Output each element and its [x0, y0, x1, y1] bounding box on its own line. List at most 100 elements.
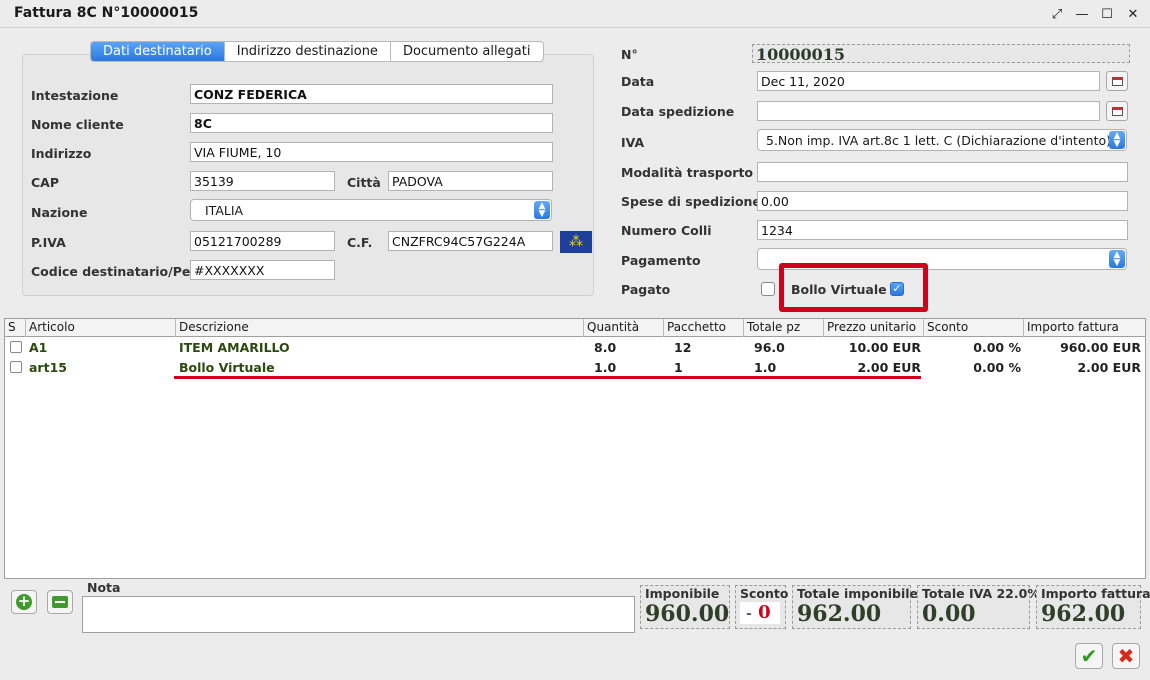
data-spedizione-field[interactable] [757, 101, 1100, 121]
data-label: Data [621, 74, 655, 89]
cell-articolo: art15 [29, 360, 67, 375]
fullscreen-icon[interactable]: ⤢ [1048, 5, 1066, 23]
sconto-value: 0 [758, 602, 771, 623]
pagamento-label: Pagamento [621, 253, 701, 268]
annotation-highlight-box [779, 263, 928, 312]
column-header-totale-pz[interactable]: Totale pz [744, 319, 824, 337]
maximize-icon[interactable]: ☐ [1098, 5, 1116, 23]
confirm-button[interactable]: ✔ [1075, 643, 1103, 669]
close-icon[interactable]: ✕ [1124, 5, 1142, 23]
numero-label: N° [621, 47, 638, 62]
sconto-box: Sconto - 0 [735, 585, 788, 629]
column-header-sconto[interactable]: Sconto [924, 319, 1024, 337]
table-header: S Articolo Descrizione Quantità Pacchett… [5, 319, 1145, 337]
table-row[interactable]: A1 ITEM AMARILLO 8.0 12 96.0 10.00 EUR 0… [5, 338, 1145, 358]
column-header-quantita[interactable]: Quantità [584, 319, 664, 337]
cell-prezzo-unitario: 2.00 EUR [857, 360, 921, 375]
column-header-prezzo-unitario[interactable]: Prezzo unitario [824, 319, 924, 337]
cap-field[interactable]: 35139 [190, 171, 335, 191]
totale-imponibile-label: Totale imponibile [797, 586, 919, 601]
numero-field: 10000015 [752, 44, 1130, 63]
tab-documento-allegati[interactable]: Documento allegati [391, 42, 543, 61]
totale-iva-value: 0.00 [922, 601, 976, 627]
pagato-label: Pagato [621, 282, 671, 297]
importo-fattura-value: 962.00 [1041, 601, 1126, 627]
annotation-underline [174, 376, 921, 379]
spese-spedizione-label: Spese di spedizione [621, 194, 761, 209]
cell-sconto: 0.00 % [973, 340, 1021, 355]
totale-imponibile-value: 962.00 [797, 601, 882, 627]
importo-fattura-label: Importo fattura [1041, 586, 1150, 601]
calendar-icon[interactable] [1106, 71, 1128, 91]
data-field[interactable]: Dec 11, 2020 [757, 71, 1100, 91]
piva-field[interactable]: 05121700289 [190, 231, 335, 251]
nota-label: Nota [87, 580, 121, 595]
calendar-icon[interactable] [1106, 101, 1128, 121]
eu-flag-icon[interactable]: ⁂ [560, 231, 592, 253]
spese-spedizione-field[interactable]: 0.00 [757, 191, 1128, 211]
iva-label: IVA [621, 135, 645, 150]
cell-importo-fattura: 2.00 EUR [1077, 360, 1141, 375]
row-select-checkbox[interactable] [10, 341, 22, 353]
cell-pacchetto: 1 [674, 360, 683, 375]
indirizzo-label: Indirizzo [31, 146, 92, 161]
tab-indirizzo-destinazione[interactable]: Indirizzo destinazione [225, 42, 391, 61]
imponibile-value: 960.00 [645, 601, 730, 627]
nota-textarea[interactable] [82, 596, 635, 633]
codice-destinatario-label: Codice destinatario/Pec [31, 264, 198, 279]
column-header-articolo[interactable]: Articolo [26, 319, 176, 337]
sconto-prefix: - [746, 606, 752, 622]
cf-label: C.F. [347, 235, 373, 250]
citta-label: Città [347, 175, 381, 190]
iva-value: 5.Non imp. IVA art.8c 1 lett. C (Dichiar… [766, 133, 1112, 148]
iva-select[interactable]: 5.Non imp. IVA art.8c 1 lett. C (Dichiar… [757, 129, 1127, 151]
cell-quantita: 8.0 [594, 340, 617, 355]
cancel-button[interactable]: ✖ [1112, 643, 1140, 669]
nome-cliente-field[interactable]: 8C [190, 113, 553, 133]
cell-totale-pz: 1.0 [754, 360, 777, 375]
cell-quantita: 1.0 [594, 360, 617, 375]
imponibile-box: Imponibile 960.00 [640, 585, 730, 629]
window-title: Fattura 8C N°10000015 [14, 5, 199, 21]
column-header-pacchetto[interactable]: Pacchetto [664, 319, 744, 337]
cap-label: CAP [31, 175, 60, 190]
cf-field[interactable]: CNZFRC94C57G224A [388, 231, 553, 251]
column-header-descrizione[interactable]: Descrizione [176, 319, 584, 337]
citta-field[interactable]: PADOVA [388, 171, 553, 191]
cell-articolo: A1 [29, 340, 48, 355]
cancel-icon: ✖ [1117, 644, 1135, 668]
nazione-value: ITALIA [205, 203, 244, 218]
totale-imponibile-box: Totale imponibile 962.00 [792, 585, 918, 629]
codice-destinatario-field[interactable]: #XXXXXXX [190, 260, 335, 280]
cell-sconto: 0.00 % [973, 360, 1021, 375]
column-header-s[interactable]: S [5, 319, 26, 337]
nazione-select[interactable]: ITALIA ▲ ▼ [190, 199, 552, 221]
recipient-tabs: Dati destinatario Indirizzo destinazione… [90, 41, 544, 62]
numero-colli-field[interactable]: 1234 [757, 220, 1128, 240]
nazione-label: Nazione [31, 205, 88, 220]
chevron-updown-icon: ▲ ▼ [1109, 250, 1125, 268]
table-row[interactable]: art15 Bollo Virtuale 1.0 1 1.0 2.00 EUR … [5, 358, 1145, 378]
remove-row-button[interactable] [47, 590, 73, 614]
piva-label: P.IVA [31, 235, 66, 250]
items-table: S Articolo Descrizione Quantità Pacchett… [4, 318, 1146, 579]
data-spedizione-label: Data spedizione [621, 104, 735, 119]
title-bar: Fattura 8C N°10000015 ⤢ — ☐ ✕ [0, 0, 1150, 28]
intestazione-field[interactable]: CONZ FEDERICA [190, 84, 553, 104]
pagato-checkbox[interactable] [761, 282, 775, 296]
indirizzo-field[interactable]: VIA FIUME, 10 [190, 142, 553, 162]
chevron-updown-icon: ▲ ▼ [1109, 131, 1125, 149]
modalita-trasporto-field[interactable] [757, 162, 1128, 182]
column-header-importo-fattura[interactable]: Importo fattura [1024, 319, 1145, 337]
cell-importo-fattura: 960.00 EUR [1060, 340, 1141, 355]
cell-totale-pz: 96.0 [754, 340, 785, 355]
totale-iva-box: Totale IVA 22.0% 0.00 [917, 585, 1040, 629]
tab-dati-destinatario[interactable]: Dati destinatario [91, 42, 225, 61]
chevron-updown-icon: ▲ ▼ [534, 201, 550, 219]
cell-prezzo-unitario: 10.00 EUR [848, 340, 921, 355]
add-row-button[interactable]: + [11, 590, 37, 614]
add-icon: + [16, 592, 32, 610]
row-select-checkbox[interactable] [10, 361, 22, 373]
sconto-field[interactable]: - 0 [740, 602, 780, 624]
minimize-icon[interactable]: — [1073, 5, 1091, 23]
